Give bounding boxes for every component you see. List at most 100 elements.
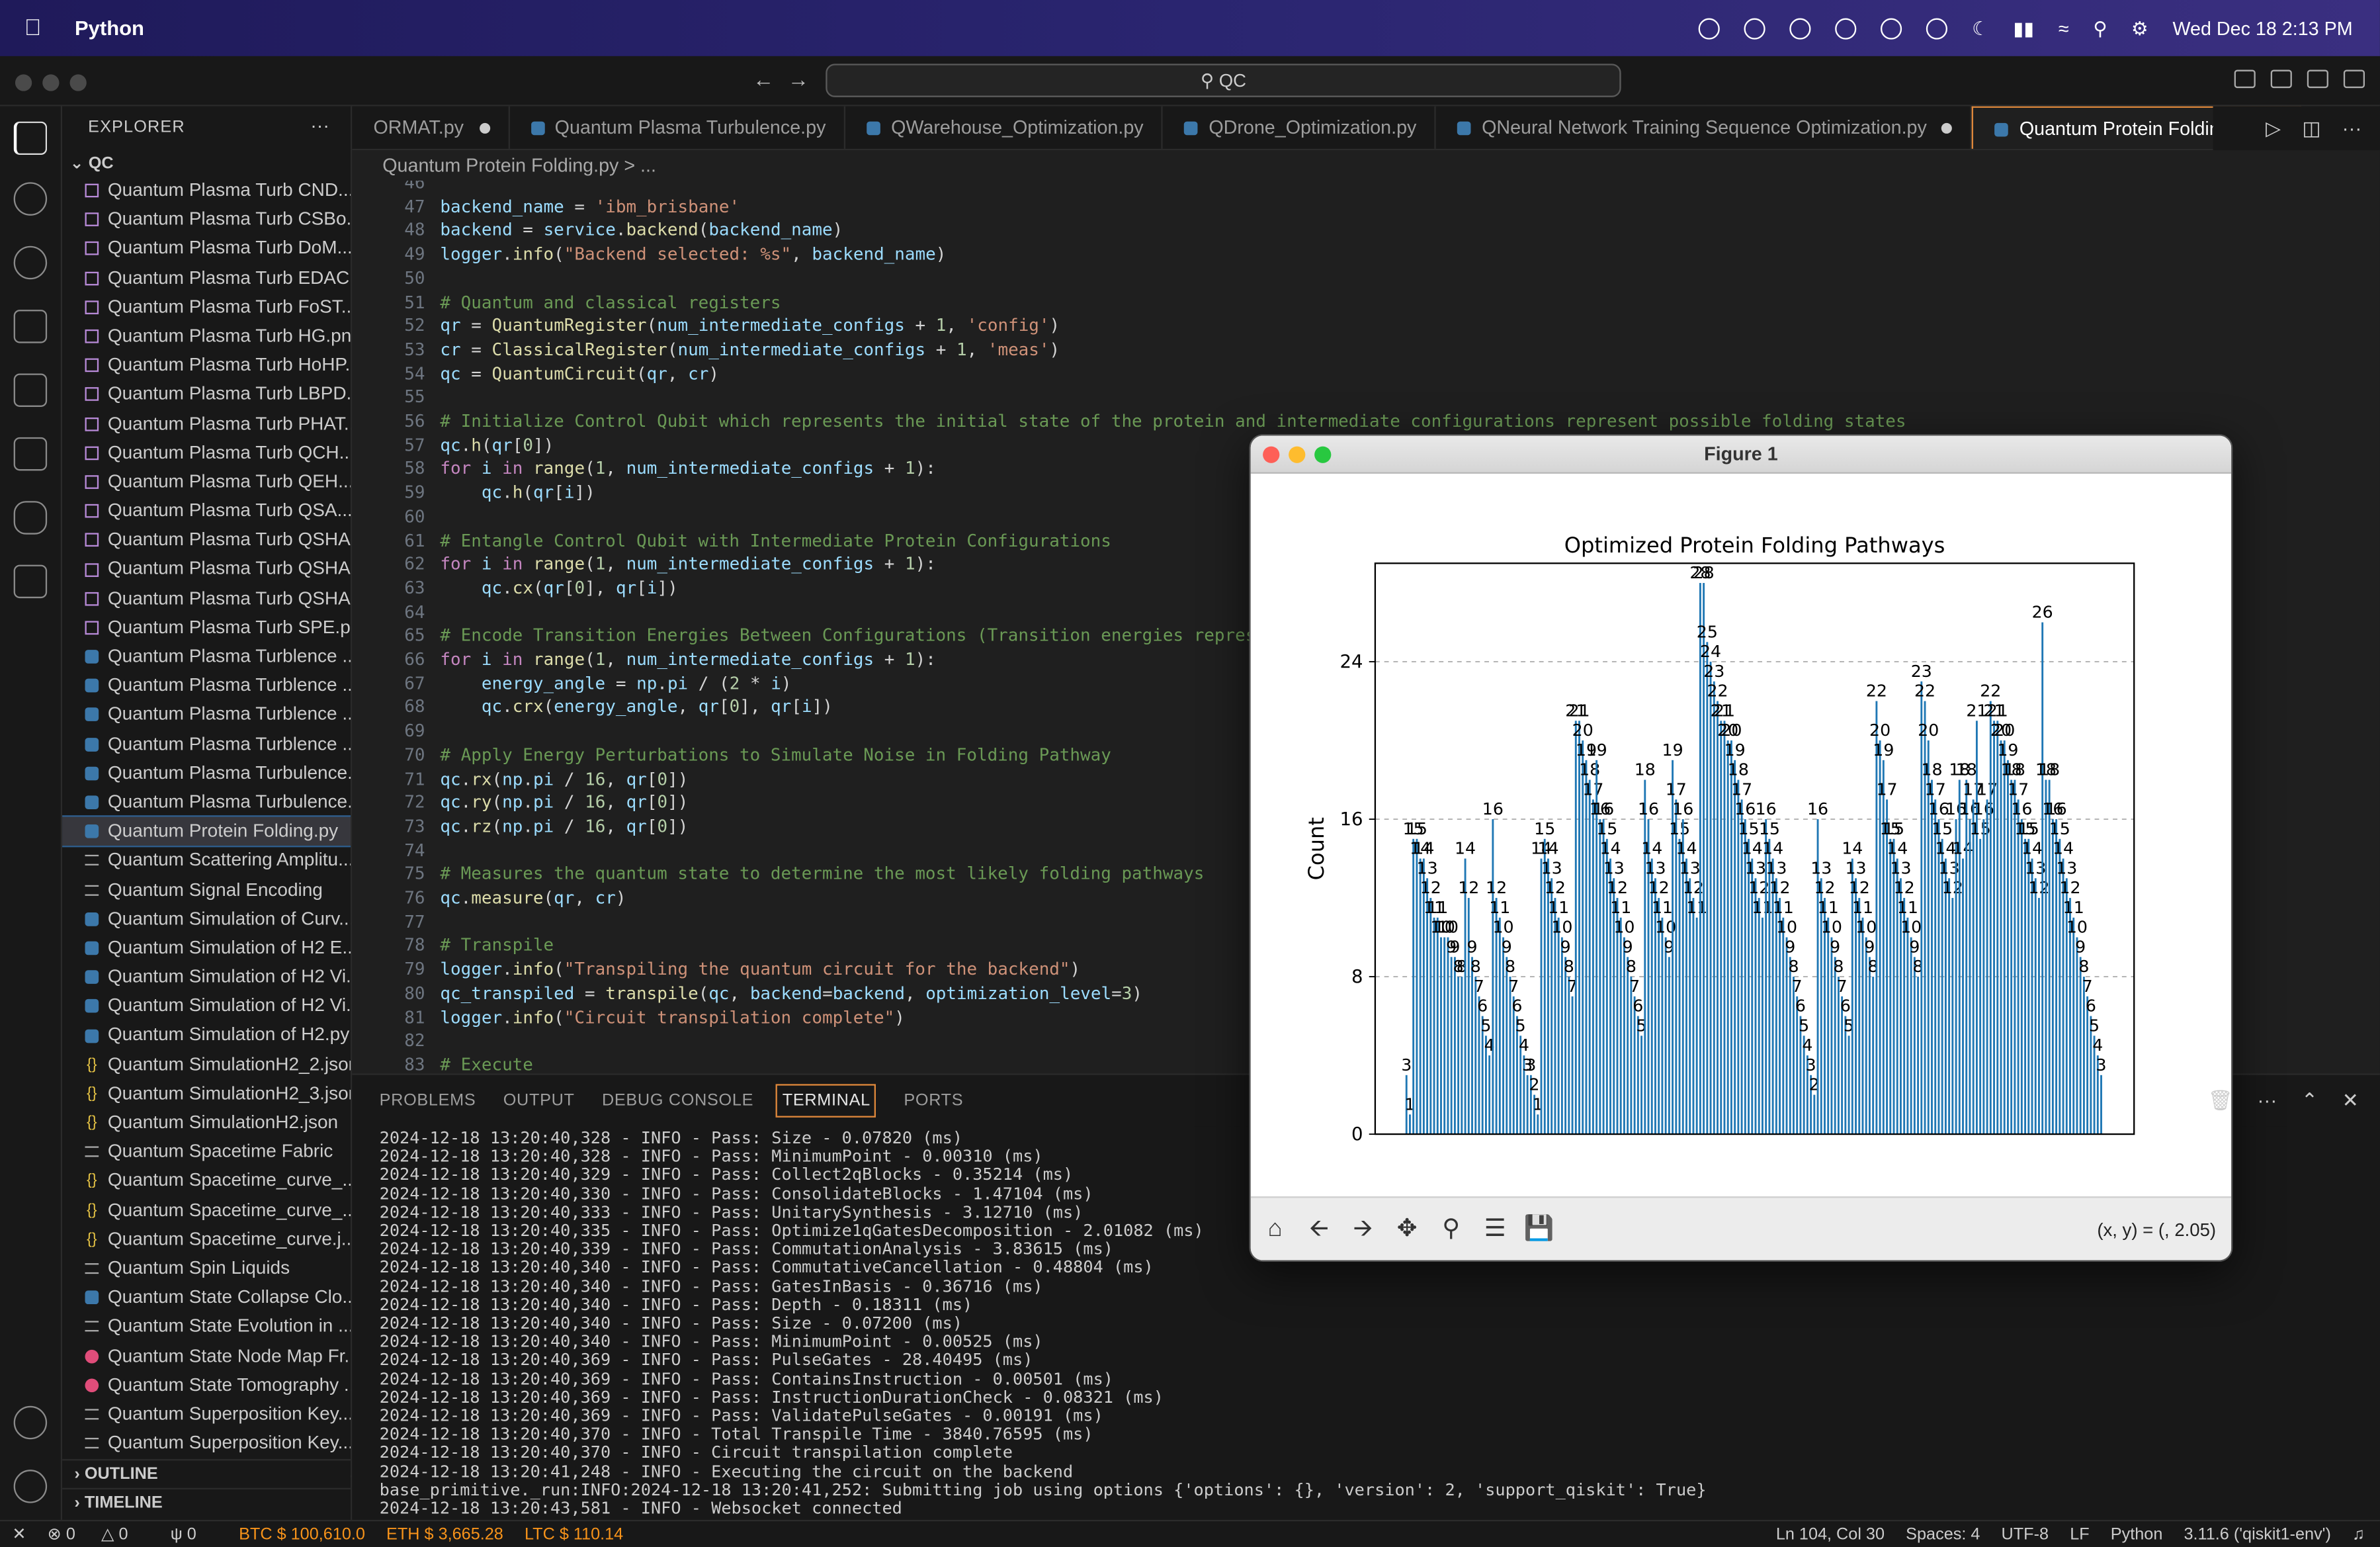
file-item[interactable]: Quantum State Evolution in ... <box>62 1312 351 1341</box>
file-item[interactable]: Quantum Plasma Turblence ... <box>62 642 351 672</box>
status-icon-3[interactable] <box>1789 17 1811 39</box>
split-editor-icon[interactable]: ◫ <box>2302 116 2320 141</box>
explorer-icon[interactable] <box>13 121 48 155</box>
battery-icon[interactable]: ▮▮ <box>2014 17 2035 40</box>
code-line[interactable]: for i in range(1, num_intermediate_confi… <box>440 554 936 574</box>
file-item[interactable]: Quantum Scattering Amplitu... <box>62 846 351 875</box>
file-item[interactable]: Quantum Simulation of H2 E... <box>62 934 351 963</box>
apple-icon[interactable]:  <box>24 15 42 41</box>
file-item[interactable]: Quantum Plasma Turb QSHA... <box>62 584 351 613</box>
editor-tab[interactable]: ORMAT.py <box>352 106 509 149</box>
file-item[interactable]: Quantum Simulation of H2.py <box>62 1021 351 1050</box>
file-item[interactable]: Quantum Plasma Turb PHAT... <box>62 409 351 438</box>
file-item[interactable]: Quantum Plasma Turb DoM... <box>62 234 351 263</box>
control-center-icon[interactable]: ⚙ <box>2131 17 2148 40</box>
status-icon-5[interactable] <box>1881 17 1902 39</box>
file-item[interactable]: Quantum Plasma Turb FoST... <box>62 292 351 322</box>
file-item[interactable]: Quantum Plasma Turb HG.png <box>62 322 351 351</box>
code-line[interactable]: qc.crx(energy_angle, qr[0], qr[i]) <box>440 697 833 717</box>
search-view-icon[interactable] <box>13 182 48 216</box>
panel-tab-ports[interactable]: PORTS <box>904 1092 963 1110</box>
editor-tab[interactable]: QDrone_Optimization.py <box>1163 106 1437 149</box>
editor-tab[interactable]: Quantum Plasma Turbulence.py <box>509 106 846 149</box>
code-line[interactable]: # Quantum and classical registers <box>440 292 781 312</box>
cursor-position[interactable]: Ln 104, Col 30 <box>1776 1525 1885 1544</box>
code-line[interactable]: logger.info("Transpiling the quantum cir… <box>440 959 1080 979</box>
breadcrumb[interactable]: Quantum Protein Folding.py > ... <box>352 150 2380 181</box>
file-item[interactable]: Quantum Plasma Turb QSHA... <box>62 526 351 555</box>
eth-price[interactable]: ETH $ 3,665.28 <box>386 1525 503 1544</box>
toggle-secondary-sidebar-icon[interactable] <box>2307 69 2328 89</box>
save-icon[interactable]: 💾 <box>1524 1215 1554 1245</box>
file-item[interactable]: Quantum Superposition Key... <box>62 1429 351 1458</box>
code-line[interactable]: qc.ry(np.pi / 16, qr[0]) <box>440 793 688 813</box>
file-item[interactable]: Quantum Plasma Turb QSA.... <box>62 496 351 525</box>
file-item[interactable]: Quantum Plasma Turb HoHP... <box>62 351 351 380</box>
file-item[interactable]: Quantum Plasma Turblence ... <box>62 701 351 730</box>
code-line[interactable]: qc_transpiled = transpile(qc, backend=ba… <box>440 983 1142 1003</box>
home-icon[interactable]: ⌂ <box>1260 1215 1291 1245</box>
code-line[interactable]: qc = QuantumCircuit(qr, cr) <box>440 364 719 384</box>
accounts-icon[interactable] <box>13 1405 48 1440</box>
play-icon[interactable] <box>1926 17 1948 39</box>
figure-close-button[interactable] <box>1263 446 1280 463</box>
file-item[interactable]: Quantum Plasma Turblence ... <box>62 730 351 759</box>
python-interpreter[interactable]: 3.11.6 ('qiskit1-env') <box>2184 1525 2330 1544</box>
code-line[interactable]: qc.cx(qr[0], qr[i]) <box>440 578 678 598</box>
file-item[interactable]: {} Quantum Spacetime_curve_... <box>62 1167 351 1196</box>
file-item[interactable]: Quantum Spin Liquids <box>62 1254 351 1283</box>
unsaved-dot-icon[interactable] <box>478 122 490 134</box>
code-line[interactable]: # Initialize Control Qubit which represe… <box>440 412 1906 431</box>
figure-minimize-button[interactable] <box>1289 446 1306 463</box>
code-line[interactable]: cr = ClassicalRegister(num_intermediate_… <box>440 340 1060 360</box>
file-item[interactable]: {} Quantum SimulationH2_2.json <box>62 1050 351 1079</box>
remote-icon[interactable]: ✕ <box>12 1525 26 1544</box>
panel-tab-problems[interactable]: PROBLEMS <box>380 1092 476 1110</box>
more-editor-actions-icon[interactable]: ··· <box>2342 117 2362 140</box>
search-icon[interactable]: ⚲ <box>2093 17 2107 40</box>
app-name[interactable]: Python <box>75 17 144 39</box>
file-item[interactable]: Quantum State Collapse Clo... <box>62 1283 351 1312</box>
outline-section[interactable]: › OUTLINE <box>62 1459 351 1488</box>
indentation[interactable]: Spaces: 4 <box>1906 1525 1980 1544</box>
docker-icon[interactable] <box>13 501 48 535</box>
minimize-window-button[interactable] <box>42 74 60 91</box>
editor-tab[interactable]: QWarehouse_Optimization.py <box>845 106 1164 149</box>
file-item[interactable]: Quantum Plasma Turb EDAC... <box>62 263 351 292</box>
maximize-panel-icon[interactable]: ⌃ <box>2301 1088 2318 1112</box>
trash-icon[interactable]: 🗑 <box>2208 1088 2233 1112</box>
run-python-icon[interactable]: ▷ <box>2266 116 2281 141</box>
configure-subplots-icon[interactable]: ☰ <box>1480 1215 1510 1245</box>
command-center-search[interactable]: ⚲ QC <box>826 64 1621 97</box>
panel-tab-terminal[interactable]: TERMINAL <box>776 1084 877 1118</box>
code-line[interactable]: qc.h(qr[0]) <box>440 435 554 455</box>
file-item[interactable]: Quantum Plasma Turb CSBo... <box>62 205 351 234</box>
code-line[interactable]: backend_name = 'ibm_brisbane' <box>440 197 740 217</box>
wifi-icon[interactable]: ≈ <box>2059 17 2069 38</box>
run-debug-icon[interactable] <box>13 310 48 343</box>
file-item[interactable]: Quantum Plasma Turb LBPD... <box>62 380 351 409</box>
zoom-icon[interactable]: ⚲ <box>1436 1215 1466 1245</box>
close-window-button[interactable] <box>15 74 32 91</box>
eol[interactable]: LF <box>2070 1525 2089 1544</box>
code-line[interactable]: # Execute <box>440 1055 532 1073</box>
code-line[interactable]: qc.rx(np.pi / 16, qr[0]) <box>440 769 688 789</box>
ltc-price[interactable]: LTC $ 110.14 <box>525 1525 623 1544</box>
more-actions-icon[interactable]: ··· <box>310 115 329 136</box>
file-item[interactable]: Quantum Plasma Turb SPE.p... <box>62 613 351 642</box>
plot-area[interactable]: Optimized Protein Folding Pathways 0 8 16 24… <box>1250 473 2232 1197</box>
file-item[interactable]: {} Quantum Spacetime_curve_... <box>62 1196 351 1225</box>
file-item[interactable]: Quantum Simulation of H2 Vi... <box>62 992 351 1021</box>
remote-explorer-icon[interactable] <box>13 564 48 599</box>
unsaved-dot-icon[interactable] <box>1941 122 1953 134</box>
file-item[interactable]: Quantum Simulation of H2 Vi... <box>62 963 351 992</box>
status-icon-1[interactable] <box>1699 17 1721 39</box>
file-item[interactable]: Quantum Simulation of Curv... <box>62 905 351 934</box>
datetime[interactable]: Wed Dec 18 2:13 PM <box>2173 17 2353 38</box>
folder-root[interactable]: ⌄ QC <box>70 154 114 173</box>
file-item[interactable]: Quantum Protein Folding.py <box>62 815 351 848</box>
ports-indicator[interactable]: ψ 0 <box>171 1525 218 1544</box>
btc-price[interactable]: BTC $ 100,610.0 <box>239 1525 365 1544</box>
code-line[interactable]: qc.h(qr[i]) <box>440 483 595 503</box>
source-control-icon[interactable] <box>13 245 48 280</box>
